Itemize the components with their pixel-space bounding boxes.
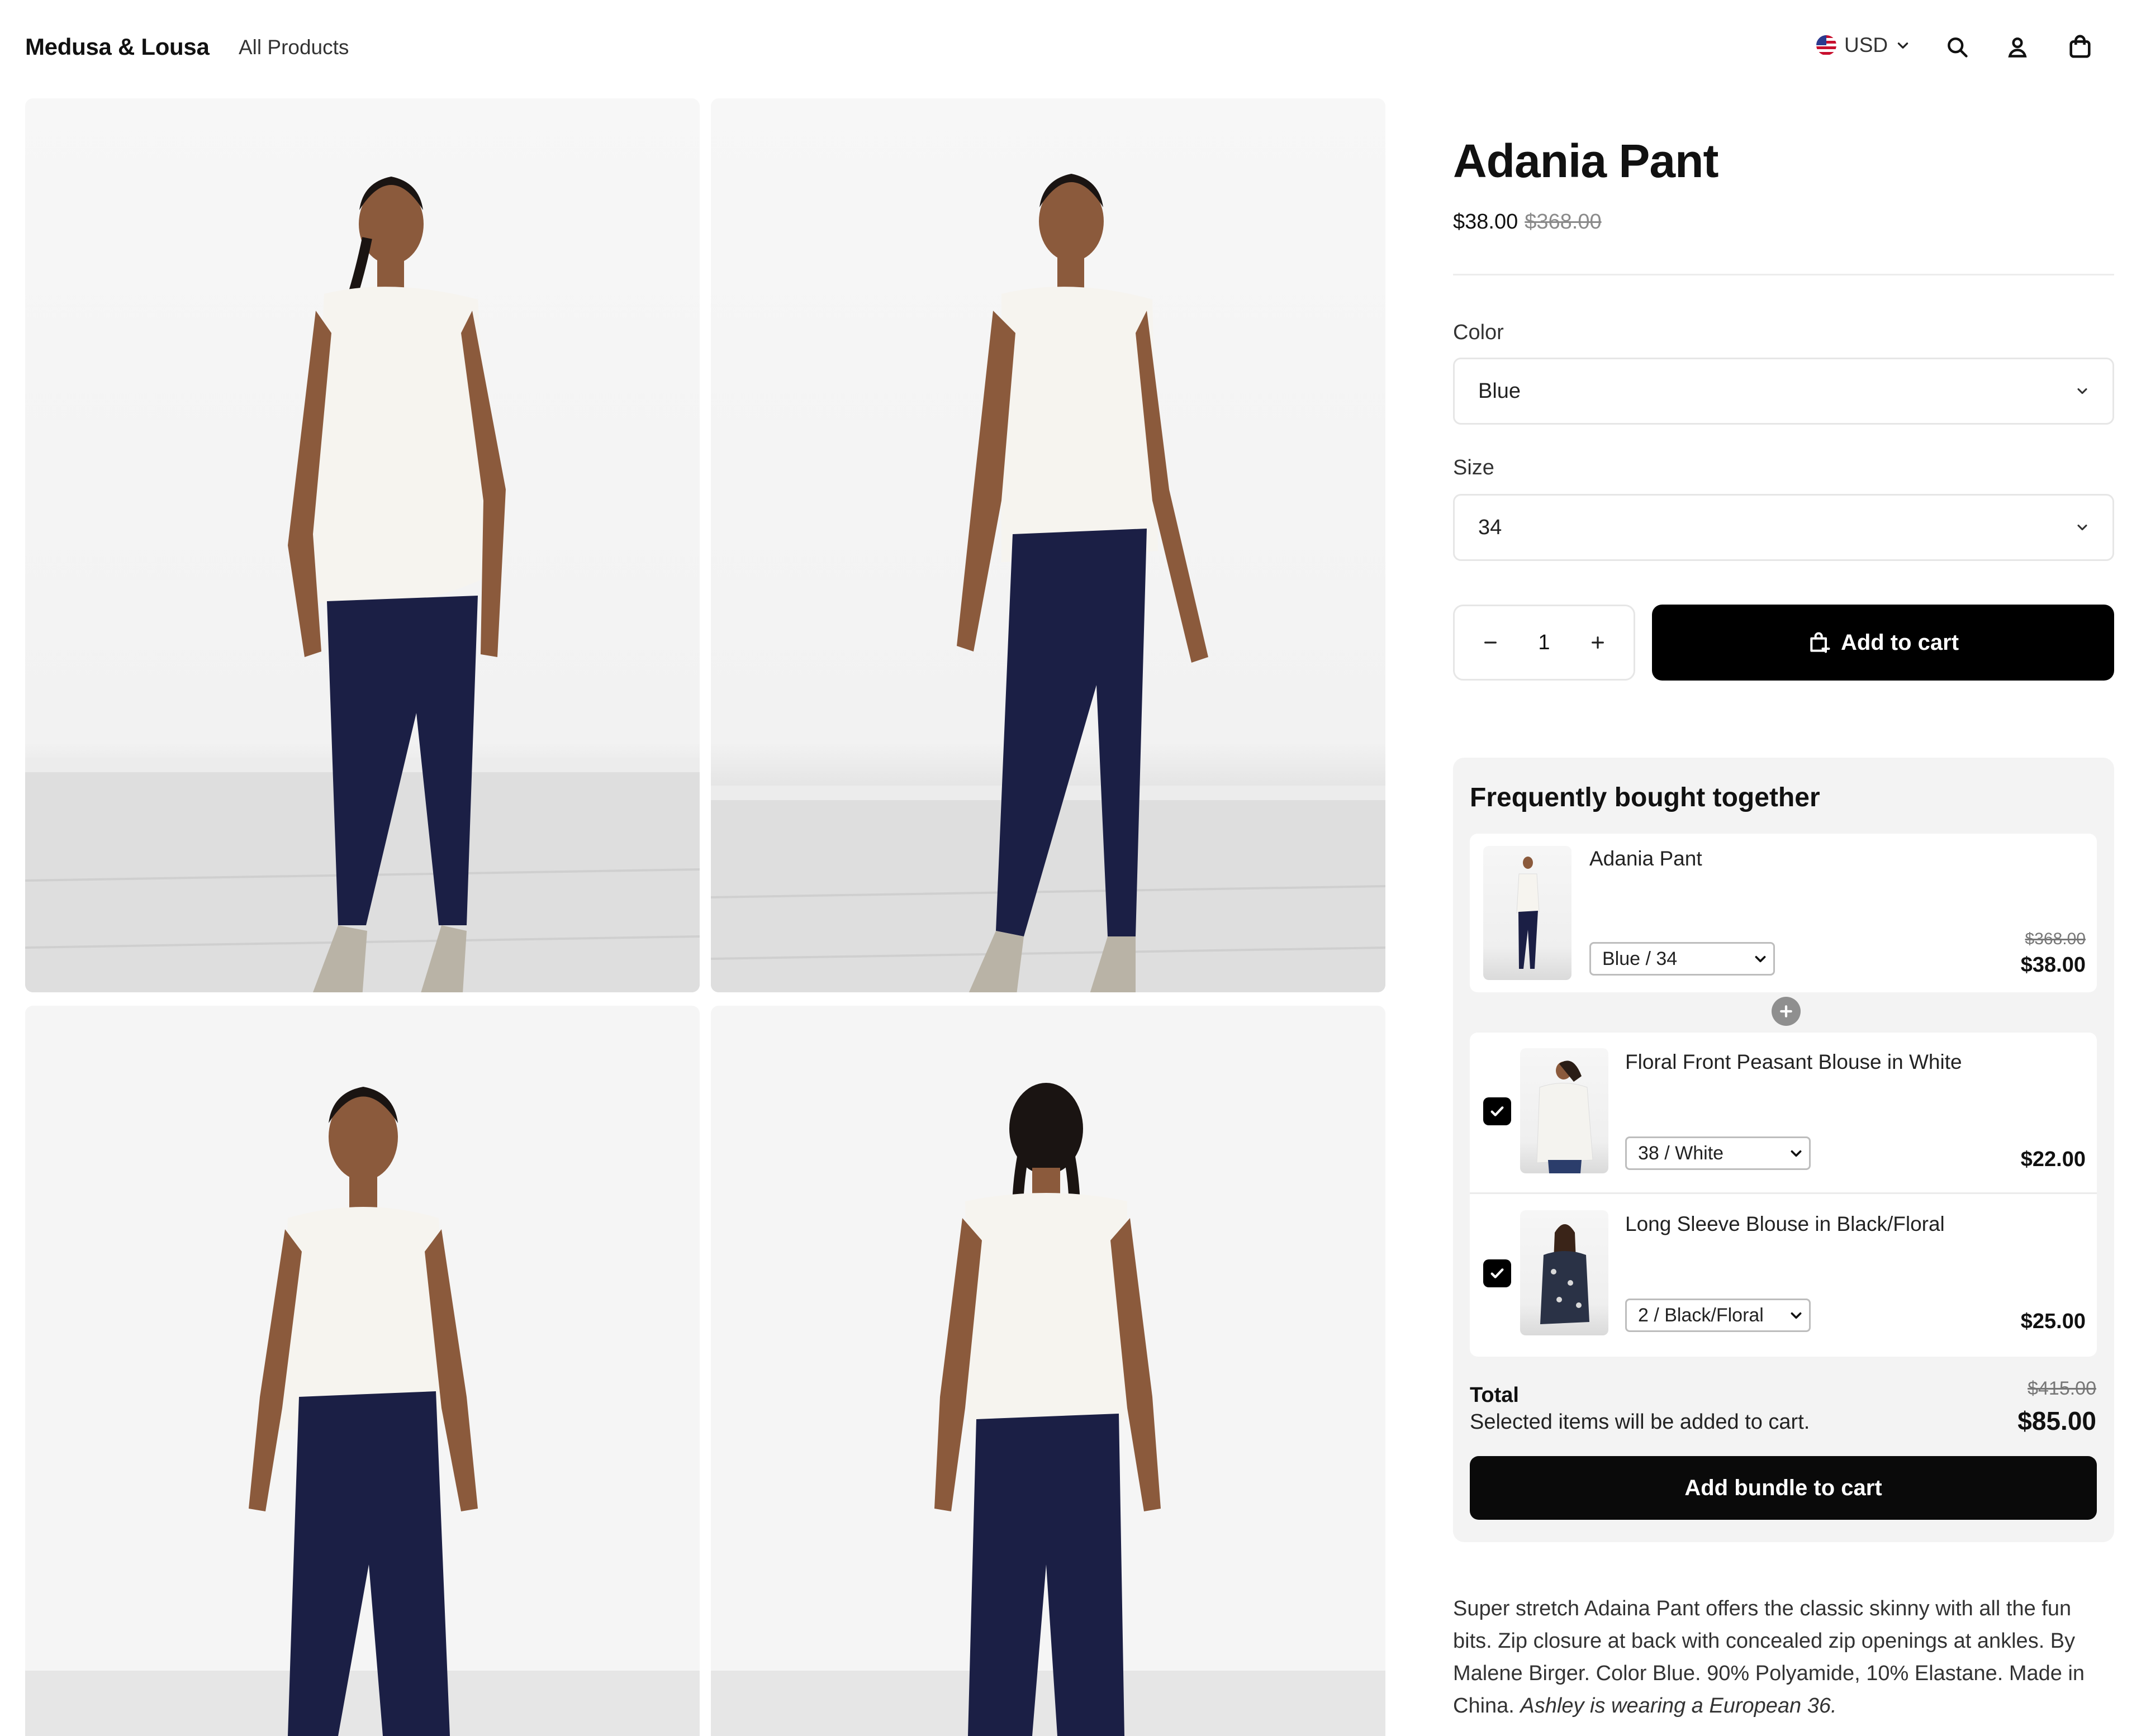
currency-label: USD [1844,34,1888,56]
fbt-item-price: $22.00 [2020,1148,2086,1171]
brand-logo[interactable]: Medusa & Lousa [25,34,210,60]
product-description: Super stretch Adaina Pant offers the cla… [1453,1592,2114,1722]
fbt-addons-list: Floral Front Peasant Blouse in White 38 … [1470,1033,2097,1357]
us-flag-icon [1816,35,1836,55]
fbt-item-price: $38.00 [2020,953,2086,977]
fbt-variant-value: Blue / 34 [1602,948,1678,969]
check-icon [1490,1106,1504,1116]
fbt-variant-select[interactable]: 2 / Black/Floral [1625,1299,1811,1332]
product-image-pose[interactable] [711,98,1385,992]
quantity-value[interactable]: 1 [1538,631,1550,655]
fbt-item-main: Adania Pant Blue / 34 $368.00 $38.00 [1470,834,2097,992]
model-note: Ashley is wearing a European 36. [1520,1694,1837,1718]
product-image-back[interactable] [711,1006,1385,1736]
product-image-front[interactable] [25,98,700,992]
fbt-item-original-price: $368.00 [2025,930,2086,948]
product-title: Adania Pant [1453,135,1718,187]
add-to-cart-label: Add to cart [1840,630,1959,655]
row-divider [1470,1192,2097,1194]
chevron-down-icon [1791,1312,1802,1319]
currency-selector[interactable]: USD [1816,34,1910,57]
cart-add-icon [1810,632,1830,653]
fbt-item-price: $25.00 [2020,1310,2086,1333]
divider [1453,274,2114,275]
total-note: Selected items will be added to cart. [1470,1410,1810,1434]
chevron-down-icon [1755,955,1766,963]
fbt-item-checkbox[interactable] [1483,1259,1511,1287]
decrease-quantity-button[interactable] [1479,631,1502,654]
fbt-item-name[interactable]: Long Sleeve Blouse in Black/Floral [1625,1212,1945,1236]
frequently-bought-together: Frequently bought together Adania Pant B… [1453,758,2114,1542]
total-label: Total [1470,1383,1519,1407]
current-price: $38.00 [1453,210,1518,234]
fbt-variant-select[interactable]: 38 / White [1625,1136,1811,1170]
fbt-variant-select[interactable]: Blue / 34 [1589,942,1775,976]
add-to-cart-button[interactable]: Add to cart [1652,605,2114,681]
top-nav: Medusa & Lousa All Products USD [0,0,2146,96]
chevron-down-icon [1897,42,1908,49]
size-label: Size [1453,456,1494,479]
product-page: Medusa & Lousa All Products USD Adania P… [0,0,2146,1736]
minus-icon [1484,641,1497,644]
fbt-title: Frequently bought together [1470,783,1820,812]
original-price: $368.00 [1525,210,1602,234]
color-value: Blue [1478,379,1521,403]
total-original-price: $415.00 [2028,1378,2096,1399]
increase-quantity-button[interactable] [1587,631,1609,654]
size-select[interactable]: 34 [1453,494,2114,561]
color-select[interactable]: Blue [1453,358,2114,425]
search-icon[interactable] [1943,32,1972,61]
quantity-stepper: 1 [1453,605,1635,681]
price-row: $38.00 $368.00 [1453,210,1602,234]
shopping-bag-icon[interactable] [2066,32,2095,61]
product-image-front-closeup[interactable] [25,1006,700,1736]
fbt-item-thumbnail[interactable] [1483,846,1571,980]
chevron-down-icon [1791,1150,1802,1157]
total-price: $85.00 [2017,1406,2096,1435]
color-label: Color [1453,321,1504,344]
fbt-variant-value: 2 / Black/Floral [1638,1304,1764,1326]
nav-all-products[interactable]: All Products [239,36,349,59]
fbt-item-thumbnail[interactable] [1520,1210,1608,1335]
chevron-down-icon [2077,388,2087,394]
user-icon[interactable] [2003,32,2032,61]
chevron-down-icon [2077,524,2087,531]
add-bundle-button[interactable]: Add bundle to cart [1470,1456,2097,1520]
fbt-item-name[interactable]: Floral Front Peasant Blouse in White [1625,1050,1962,1074]
fbt-item-thumbnail[interactable] [1520,1048,1608,1173]
size-value: 34 [1478,515,1502,539]
fbt-item-name[interactable]: Adania Pant [1589,847,1702,871]
plus-circle-icon [1772,997,1801,1026]
plus-icon [1592,636,1604,649]
check-icon [1490,1268,1504,1278]
fbt-item-checkbox[interactable] [1483,1097,1511,1125]
fbt-variant-value: 38 / White [1638,1142,1724,1164]
